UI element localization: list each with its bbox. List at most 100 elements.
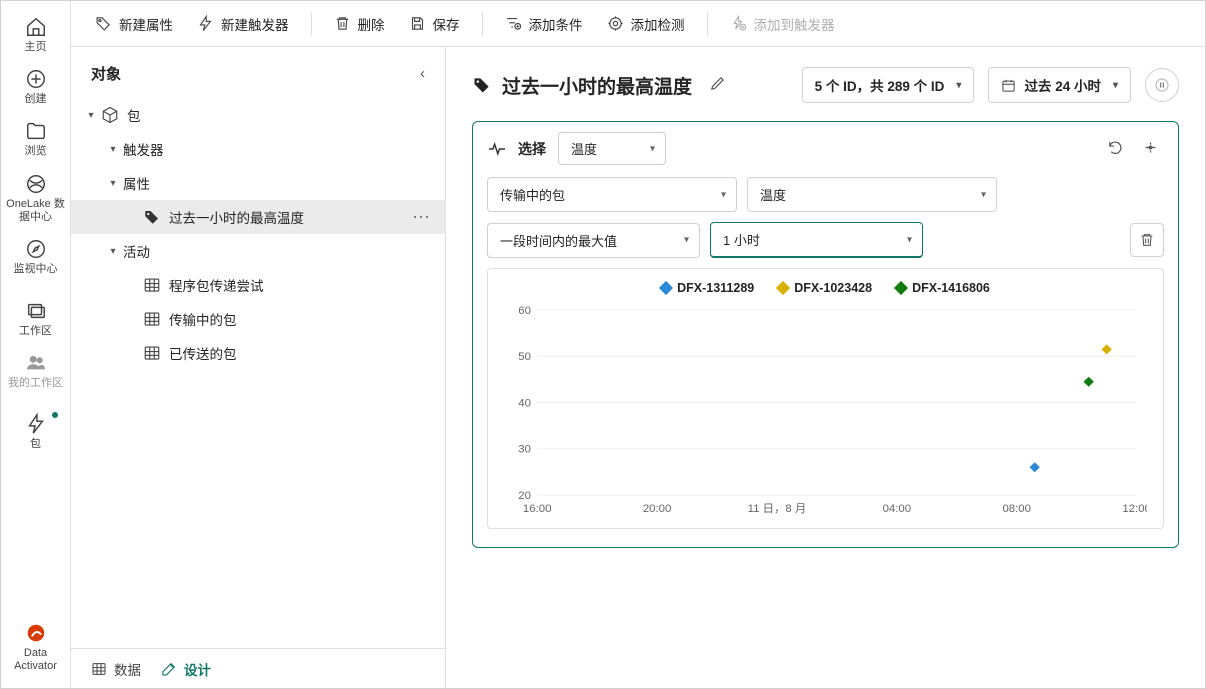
btn-new-trigger[interactable]: 新建触发器 <box>187 8 299 40</box>
pause-icon <box>1154 77 1170 93</box>
chart-point[interactable] <box>1030 462 1040 472</box>
tag-icon <box>472 75 492 95</box>
nav-package[interactable]: 包 <box>1 406 70 458</box>
tree-node-activity[interactable]: ▾ 活动 <box>71 234 445 268</box>
people-icon <box>25 352 47 374</box>
divider <box>311 12 312 36</box>
legend-swatch-icon <box>659 281 673 295</box>
remove-filter-button[interactable] <box>1130 223 1164 257</box>
edit-title-button[interactable] <box>706 72 729 98</box>
measure-select[interactable]: 温度 ▾ <box>558 132 666 165</box>
collapse-tree-btn[interactable]: ‹ <box>420 65 425 82</box>
chevron-down-icon: ▾ <box>721 189 726 200</box>
chevron-down-icon: ▾ <box>105 243 121 259</box>
detail-pane: 过去一小时的最高温度 5 个 ID，共 289 个 ID ▾ 过去 24 小时 … <box>446 47 1205 688</box>
tree-node-root[interactable]: ▾ 包 <box>71 98 445 132</box>
chevron-down-icon: ▾ <box>83 107 99 123</box>
svg-text:20:00: 20:00 <box>643 503 672 515</box>
btn-delete[interactable]: 删除 <box>324 8 395 40</box>
nav-browse[interactable]: 浏览 <box>1 113 70 165</box>
pause-button[interactable] <box>1145 68 1179 102</box>
nav-workspaces[interactable]: 工作区 <box>1 293 70 345</box>
nav-monitor[interactable]: 监视中心 <box>1 231 70 283</box>
more-icon[interactable]: ⋯ <box>408 207 435 228</box>
chevron-down-icon: ▾ <box>981 189 986 200</box>
bolt-add-icon <box>730 15 747 32</box>
btn-add-detection[interactable]: 添加检测 <box>597 8 695 40</box>
pencil-icon <box>709 75 726 92</box>
tree-node-properties[interactable]: ▾ 属性 <box>71 166 445 200</box>
legend-item[interactable]: DFX-1416806 <box>896 281 990 295</box>
window-select[interactable]: 1 小时 ▾ <box>710 222 923 258</box>
time-range-selector[interactable]: 过去 24 小时 ▾ <box>988 67 1131 103</box>
tab-data[interactable]: 数据 <box>91 659 141 679</box>
chart-legend: DFX-1311289 DFX-1023428 DFX-1416806 <box>504 281 1147 295</box>
trash-icon <box>1139 232 1155 248</box>
nav-onelake[interactable]: OneLake 数据中心 <box>1 166 70 231</box>
calendar-icon <box>1001 78 1016 93</box>
home-icon <box>25 16 47 38</box>
column-select[interactable]: 温度 ▾ <box>747 177 997 212</box>
id-selector[interactable]: 5 个 ID，共 289 个 ID ▾ <box>802 67 975 103</box>
settings-button[interactable] <box>1137 134 1164 164</box>
svg-text:60: 60 <box>518 305 531 317</box>
chevron-down-icon: ▾ <box>684 235 689 246</box>
legend-swatch-icon <box>776 281 790 295</box>
bolt-icon <box>25 413 47 435</box>
bolt-icon <box>197 15 214 32</box>
nav-data-activator[interactable]: Data Activator <box>1 615 70 680</box>
undo-button[interactable] <box>1102 134 1129 164</box>
chart-point[interactable] <box>1101 344 1111 354</box>
save-icon <box>409 15 426 32</box>
svg-text:40: 40 <box>518 398 531 410</box>
svg-text:12:00: 12:00 <box>1122 503 1147 515</box>
legend-item[interactable]: DFX-1023428 <box>778 281 872 295</box>
btn-add-condition[interactable]: 添加条件 <box>495 8 593 40</box>
select-label: 选择 <box>518 139 546 159</box>
activator-icon <box>25 622 47 644</box>
filter-add-icon <box>505 15 522 32</box>
btn-new-property[interactable]: 新建属性 <box>85 8 183 40</box>
svg-text:16:00: 16:00 <box>523 503 552 515</box>
sliders-icon <box>1142 139 1159 156</box>
btn-save[interactable]: 保存 <box>399 8 470 40</box>
tree-node-event-transit[interactable]: 传输中的包 <box>71 302 445 336</box>
tab-design[interactable]: 设计 <box>161 659 211 679</box>
nav-create[interactable]: 创建 <box>1 61 70 113</box>
table-icon <box>143 276 161 294</box>
legend-item[interactable]: DFX-1311289 <box>661 281 754 295</box>
tag-icon <box>95 15 112 32</box>
chevron-down-icon: ▾ <box>650 143 655 154</box>
divider <box>482 12 483 36</box>
tree-node-max-temp[interactable]: 过去一小时的最高温度 ⋯ <box>71 200 445 234</box>
tree-node-event-delivered[interactable]: 已传送的包 <box>71 336 445 370</box>
svg-text:08:00: 08:00 <box>1002 503 1031 515</box>
chevron-down-icon: ▾ <box>907 234 912 245</box>
toolbar: 新建属性 新建触发器 删除 保存 添加条件 添加检测 <box>71 1 1205 47</box>
chart[interactable]: 203040506016:0020:0011 日，8 月04:0008:0012… <box>504 305 1147 520</box>
brush-icon <box>161 661 177 677</box>
aggregation-select[interactable]: 一段时间内的最大值 ▾ <box>487 223 700 258</box>
measure-card: 选择 温度 ▾ <box>472 121 1179 548</box>
nav-my-workspace[interactable]: 我的工作区 <box>1 345 70 397</box>
table-icon <box>143 344 161 362</box>
tree-node-triggers[interactable]: ▾ 触发器 <box>71 132 445 166</box>
footer-tabs: 数据 设计 <box>71 648 445 688</box>
chevron-down-icon: ▾ <box>105 175 121 191</box>
btn-add-to-trigger: 添加到触发器 <box>720 8 845 40</box>
object-tree: ▾ 包 ▾ 触发器 ▾ 属性 <box>71 94 445 374</box>
chart-container: DFX-1311289DFX-1023428DFX-1416806 203040… <box>487 268 1164 529</box>
onelake-icon <box>25 173 47 195</box>
tree-node-event-attempt[interactable]: 程序包传递尝试 <box>71 268 445 302</box>
trash-icon <box>334 15 351 32</box>
stream-select[interactable]: 传输中的包 ▾ <box>487 177 737 212</box>
table-icon <box>91 661 107 677</box>
nav-home[interactable]: 主页 <box>1 9 70 61</box>
legend-swatch-icon <box>894 281 908 295</box>
undo-icon <box>1107 139 1124 156</box>
svg-text:11 日，8 月: 11 日，8 月 <box>748 503 807 515</box>
chart-point[interactable] <box>1083 377 1093 387</box>
chevron-down-icon: ▾ <box>1113 80 1118 91</box>
tag-icon <box>143 208 161 226</box>
pulse-icon <box>487 141 507 157</box>
